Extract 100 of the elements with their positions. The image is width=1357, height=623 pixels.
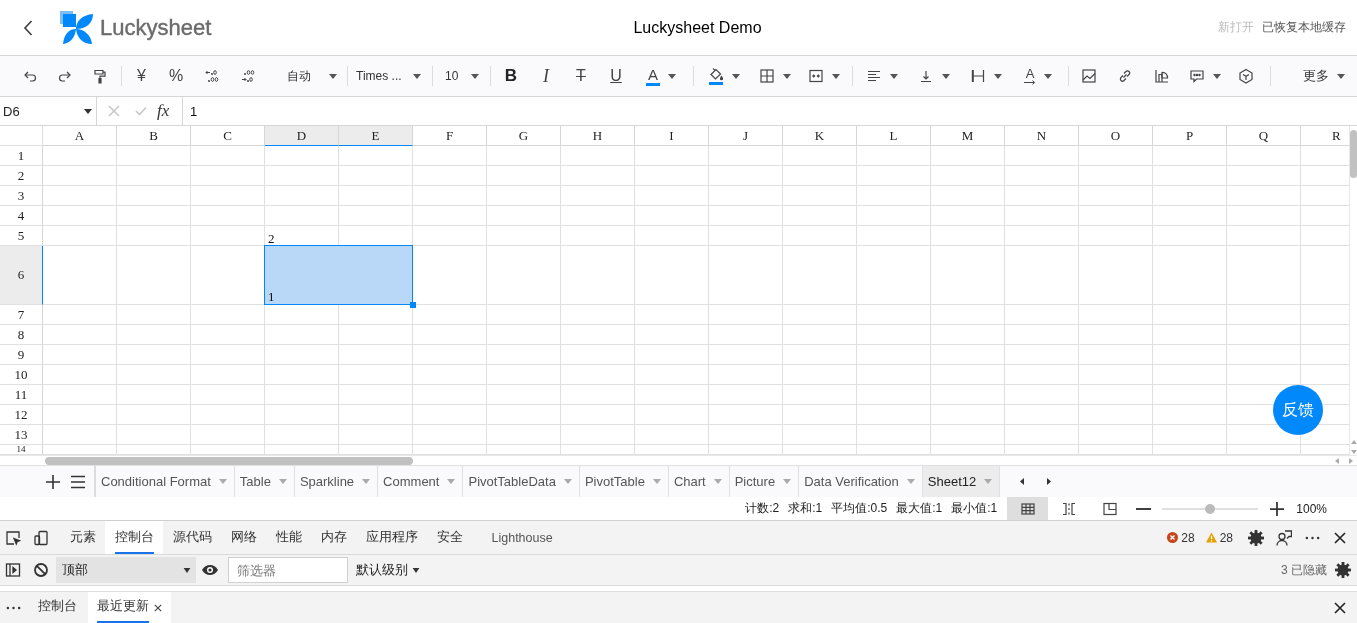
sheet-tab[interactable]: Picture xyxy=(729,466,800,497)
italic-button[interactable]: I xyxy=(528,62,564,90)
column-header[interactable]: R xyxy=(1301,126,1349,146)
caret-icon xyxy=(218,479,227,484)
row-header[interactable]: 1 xyxy=(0,146,43,166)
sheet-tab[interactable]: Comment xyxy=(378,466,464,497)
chevron-left-icon xyxy=(23,19,33,36)
caret-icon xyxy=(906,479,915,484)
column-header[interactable]: J xyxy=(709,126,783,146)
row-header[interactable]: 10 xyxy=(0,365,43,385)
column-header[interactable]: H xyxy=(561,126,635,146)
caret-icon xyxy=(183,567,191,573)
currency-button[interactable]: ¥ xyxy=(125,62,158,90)
sheet-tab[interactable]: PivotTable xyxy=(579,466,669,497)
log-level-dropdown[interactable]: 默认级别 xyxy=(356,557,420,583)
context-dropdown[interactable]: 顶部 xyxy=(56,557,196,583)
view-mode-button[interactable] xyxy=(1007,497,1049,520)
devtools-tab[interactable]: Lighthouse xyxy=(482,521,563,554)
devtools-tab[interactable]: 应用程序 xyxy=(356,521,427,554)
sheet-tab[interactable]: Conditional Format xyxy=(96,466,235,497)
devtools-tab[interactable]: 网络 xyxy=(221,521,266,554)
zoom-in-button[interactable] xyxy=(1269,500,1286,517)
row-header[interactable]: 14 xyxy=(0,445,43,455)
underline-button[interactable]: U xyxy=(598,62,634,90)
device-icon xyxy=(33,529,49,546)
scrollbar-thumb[interactable] xyxy=(45,456,413,465)
column-header[interactable]: K xyxy=(783,126,857,146)
sheet-tab[interactable]: Table xyxy=(234,466,295,497)
column-header[interactable]: F xyxy=(413,126,487,146)
plus-icon xyxy=(46,474,60,489)
column-header[interactable]: M xyxy=(931,126,1005,146)
font-size-dropdown[interactable]: 10 xyxy=(436,62,486,90)
row-header[interactable]: 8 xyxy=(0,325,43,345)
devtools-tab[interactable]: 元素 xyxy=(60,521,105,554)
column-header[interactable]: N xyxy=(1005,126,1079,146)
column-header[interactable]: D xyxy=(265,126,339,146)
row-header[interactable]: 9 xyxy=(0,345,43,365)
issue-counter[interactable]: 28 28 xyxy=(1167,521,1233,554)
summary-stat: 最大值:1 xyxy=(896,500,943,517)
table-cell[interactable]: 1 xyxy=(264,245,413,305)
grid-icon xyxy=(1019,500,1036,517)
row-header[interactable]: 2 xyxy=(0,166,43,186)
row-header[interactable]: 7 xyxy=(0,305,43,325)
border-grid-icon xyxy=(759,68,775,84)
devtools-tab[interactable]: 性能 xyxy=(266,521,311,554)
sheet-tab[interactable]: Data Verification xyxy=(799,466,923,497)
devtools-tab[interactable]: 安全 xyxy=(427,521,472,554)
column-header[interactable]: Q xyxy=(1227,126,1301,146)
row-header[interactable]: 13 xyxy=(0,425,43,445)
column-header[interactable]: L xyxy=(857,126,931,146)
text-rotate-button[interactable]: A xyxy=(1012,62,1064,90)
row-header[interactable]: 3 xyxy=(0,186,43,206)
row-header[interactable]: 12 xyxy=(0,405,43,425)
settings-icon xyxy=(1248,529,1264,546)
font-color-button[interactable]: A xyxy=(634,62,688,90)
column-header[interactable]: G xyxy=(487,126,561,146)
column-header[interactable]: B xyxy=(117,126,191,146)
row-header[interactable]: 6 xyxy=(0,246,43,305)
row-header[interactable]: 4 xyxy=(0,206,43,226)
percent-button[interactable]: % xyxy=(158,62,194,90)
devtools-tab[interactable]: 内存 xyxy=(311,521,356,554)
back-button[interactable] xyxy=(22,18,34,37)
caret-icon xyxy=(783,73,791,79)
hidden-count: 3 已隐藏 xyxy=(1281,561,1327,579)
caret-icon xyxy=(890,73,898,79)
sheet-tab[interactable]: Chart xyxy=(668,466,730,497)
column-header[interactable]: I xyxy=(635,126,709,146)
devtools-tab[interactable]: 源代码 xyxy=(163,521,221,554)
table-cell[interactable]: 2 xyxy=(265,226,339,246)
sheet-tab[interactable]: Sparkline xyxy=(294,466,379,497)
column-header[interactable]: O xyxy=(1079,126,1153,146)
devtools-tab[interactable]: 控制台 xyxy=(105,521,163,554)
filter-input[interactable]: 筛选器 xyxy=(228,557,348,583)
align-left-icon xyxy=(866,68,882,84)
row-header[interactable]: 11 xyxy=(0,385,43,405)
drawer-tab[interactable]: 控制台 xyxy=(29,592,86,623)
caret-icon xyxy=(1213,73,1221,79)
slider-thumb[interactable] xyxy=(1205,503,1216,514)
block-icon xyxy=(33,562,49,578)
user-chat-icon xyxy=(1276,529,1292,546)
sheet-tab[interactable]: PivotTableData xyxy=(463,466,580,497)
caret-icon xyxy=(362,479,371,484)
strikethrough-button[interactable]: T xyxy=(564,62,598,90)
font-family-dropdown[interactable]: Times ... xyxy=(350,62,428,90)
name-box[interactable]: D6 xyxy=(0,97,97,125)
sheet-tab[interactable]: Sheet12 xyxy=(922,466,1001,497)
scrollbar-thumb[interactable] xyxy=(1350,130,1357,178)
fill-handle[interactable] xyxy=(410,302,416,308)
caret-icon xyxy=(471,73,479,79)
bold-button[interactable]: B xyxy=(494,62,528,90)
column-header[interactable]: P xyxy=(1153,126,1227,146)
page-break-icon xyxy=(1060,500,1077,517)
comment-icon xyxy=(1189,68,1205,84)
column-header[interactable]: A xyxy=(43,126,117,146)
number-format-dropdown[interactable]: 自动 xyxy=(266,62,344,90)
drawer-tab[interactable]: 最近更新 xyxy=(88,592,171,623)
formula-input[interactable]: 1 xyxy=(183,97,1357,125)
more-button[interactable]: 更多 xyxy=(1293,62,1345,90)
column-header[interactable]: E xyxy=(339,126,413,146)
insert-function-button[interactable]: fx xyxy=(157,101,170,121)
